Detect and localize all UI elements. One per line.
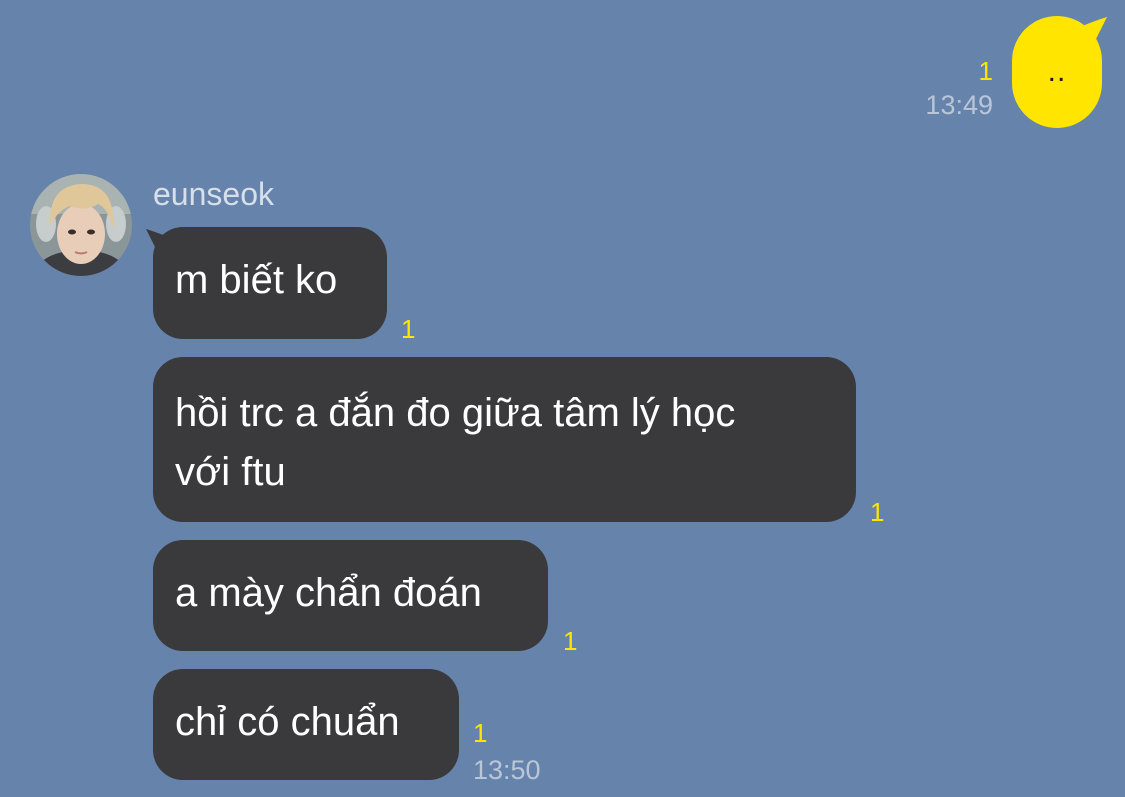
incoming-message-bubble[interactable]: m biết ko <box>153 227 387 339</box>
incoming-message-bubble[interactable]: chỉ có chuẩn <box>153 669 459 780</box>
chat-view: 1 13:49 .. eunseok m biết ko 1 hồi trc a… <box>0 0 1125 797</box>
message-timestamp: 13:50 <box>473 755 541 785</box>
profile-photo-icon <box>30 174 132 276</box>
message-timestamp: 13:49 <box>925 90 993 120</box>
unread-count: 1 <box>563 626 578 656</box>
outgoing-message-text: .. <box>1047 55 1067 88</box>
avatar[interactable] <box>30 174 132 276</box>
incoming-message-bubble[interactable]: a mày chẩn đoán <box>153 540 548 651</box>
unread-count: 1 <box>978 56 993 86</box>
unread-count: 1 <box>401 314 416 344</box>
outgoing-message-bubble[interactable]: .. <box>1012 16 1102 128</box>
unread-count: 1 <box>473 718 488 748</box>
sender-name[interactable]: eunseok <box>153 176 274 213</box>
unread-count: 1 <box>870 497 885 527</box>
incoming-message-bubble[interactable]: hồi trc a đắn đo giữa tâm lý học với ftu <box>153 357 856 522</box>
